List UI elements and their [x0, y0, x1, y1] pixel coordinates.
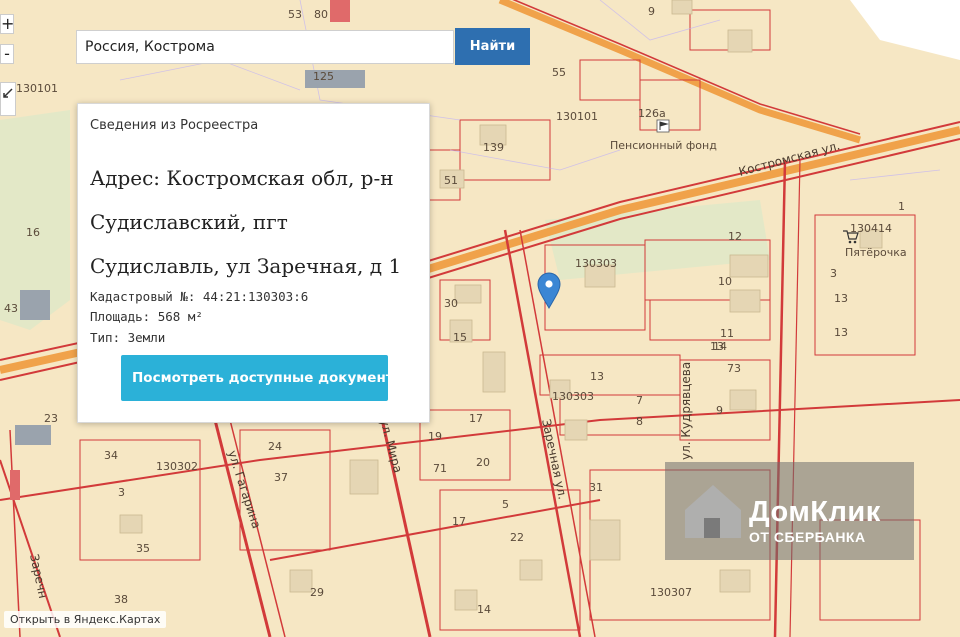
house-number: 3 [830, 267, 837, 280]
house-number: 80 [314, 8, 328, 21]
block-label: 130307 [650, 586, 692, 599]
house-number: 71 [433, 462, 447, 475]
house-number: 9 [716, 404, 723, 417]
house-number: 14 [713, 340, 727, 353]
house-number: 23 [44, 412, 58, 425]
house-number: 12 [728, 230, 742, 243]
house-number: 17 [452, 515, 466, 528]
house-number: 9 [648, 5, 655, 18]
house-number: 11 [720, 327, 734, 340]
address-line-1: Адрес: Костромская обл, р-н [90, 166, 394, 190]
house-number: 37 [274, 471, 288, 484]
flag-icon [656, 119, 670, 133]
house-number: 126а [638, 107, 666, 120]
search-input[interactable] [76, 30, 454, 64]
house-number: 7 [636, 394, 643, 407]
house-number: 5 [502, 498, 509, 511]
search-button[interactable]: Найти [455, 28, 530, 65]
house-number: 53 [288, 8, 302, 21]
rosreestr-info-popup: Сведения из Росреестра Адрес: Костромска… [77, 103, 430, 423]
house-number: 20 [476, 456, 490, 469]
ruler-button[interactable] [0, 82, 16, 116]
house-number: 13 [834, 292, 848, 305]
domclick-watermark: ДомКлик ОТ СБЕРБАНКА [665, 462, 914, 560]
place-label-pyaterochka: Пятёрочка [845, 246, 907, 259]
house-number: 24 [268, 440, 282, 453]
zoom-in-button[interactable]: + [0, 14, 14, 34]
house-number: 10 [718, 275, 732, 288]
house-number: 34 [104, 449, 118, 462]
house-number: 73 [727, 362, 741, 375]
address-line-2: Судиславский, пгт [90, 210, 288, 234]
block-label: 130303 [552, 390, 594, 403]
block-label: 130101 [556, 110, 598, 123]
parcel-area: Площадь: 568 м² [90, 309, 203, 324]
land-type: Тип: Земли [90, 330, 166, 345]
house-number: 1 [898, 200, 905, 213]
house-number: 125 [313, 70, 334, 83]
popup-title: Сведения из Росреестра [90, 118, 259, 133]
block-label: 130303 [575, 257, 617, 270]
street-label-kudryavtseva: ул. Кудрявцева [679, 362, 693, 460]
house-number: 13 [590, 370, 604, 383]
house-number: 16 [26, 226, 40, 239]
house-number: 55 [552, 66, 566, 79]
house-number: 8 [636, 415, 643, 428]
house-number: 38 [114, 593, 128, 606]
house-number: 22 [510, 531, 524, 544]
open-in-yandex-maps-link[interactable]: Открыть в Яндекс.Картах [4, 611, 167, 628]
ruler-icon [3, 88, 13, 98]
address-line-3: Судиславль, ул Заречная, д 1 [90, 254, 402, 278]
house-number: 17 [469, 412, 483, 425]
house-number: 31 [589, 481, 603, 494]
house-number: 139 [483, 141, 504, 154]
house-number: 29 [310, 586, 324, 599]
house-number: 51 [444, 174, 458, 187]
zoom-out-button[interactable]: - [0, 44, 14, 64]
house-number: 19 [428, 430, 442, 443]
house-number: 13 [834, 326, 848, 339]
cadastral-number: Кадастровый №: 44:21:130303:6 [90, 289, 309, 304]
watermark-subtitle: ОТ СБЕРБАНКА [749, 529, 866, 545]
place-label-pension-fund: Пенсионный фонд [610, 139, 717, 152]
house-number: 3 [118, 486, 125, 499]
block-label: 130302 [156, 460, 198, 473]
house-number: 30 [444, 297, 458, 310]
block-label: 130101 [16, 82, 58, 95]
view-documents-button[interactable]: Посмотреть доступные документ [121, 355, 388, 401]
watermark-title: ДомКлик [749, 496, 881, 528]
house-number: 35 [136, 542, 150, 555]
house-number: 43 [4, 302, 18, 315]
house-number: 15 [453, 331, 467, 344]
popup-address: Адрес: Костромская обл, р-н Судиславский… [90, 156, 410, 288]
house-number: 14 [477, 603, 491, 616]
